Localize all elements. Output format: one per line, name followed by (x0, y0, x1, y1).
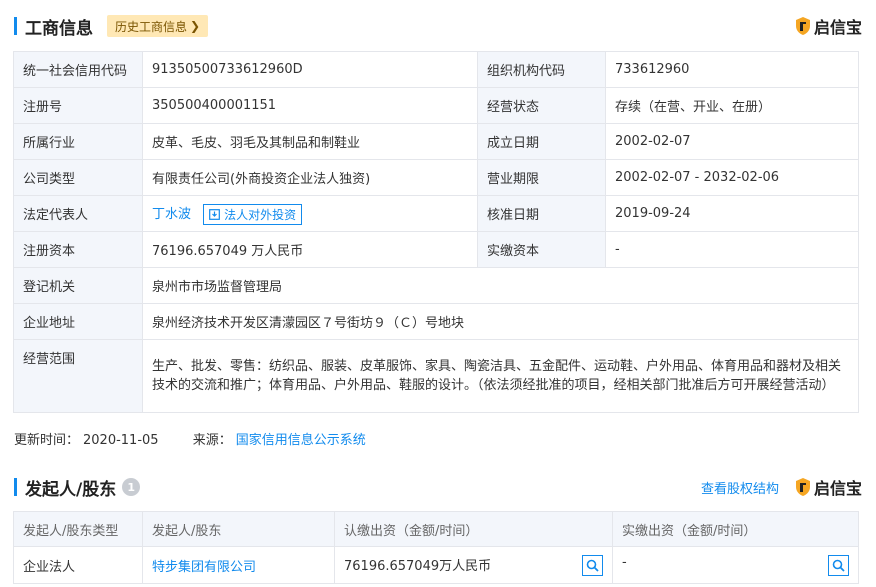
table-header-row: 发起人/股东类型 发起人/股东 认缴出资（金额/时间） 实缴出资（金额/时间） (13, 511, 859, 547)
table-row: 经营范围 生产、批发、零售：纺织品、服装、皮革服饰、家具、陶瓷洁具、五金配件、运… (13, 339, 859, 413)
column-header: 发起人/股东类型 (13, 511, 143, 547)
history-info-button[interactable]: 历史工商信息 ❯ (107, 15, 209, 37)
field-value: 有限责任公司(外商投资企业法人独资) (142, 159, 478, 196)
business-info-header: 工商信息 历史工商信息 ❯ 启信宝 (14, 14, 862, 39)
paid-capital: - (622, 554, 627, 570)
search-detail-button[interactable] (828, 554, 849, 576)
field-value: - (605, 231, 859, 268)
column-header: 实缴出资（金额/时间） (612, 511, 859, 547)
table-row: 登记机关 泉州市市场监督管理局 (13, 267, 859, 304)
field-value: 733612960 (605, 51, 859, 88)
field-label: 营业期限 (477, 159, 606, 196)
table-row: 统一社会信用代码 91350500733612960D 组织机构代码 733612… (13, 51, 859, 88)
section-accent-bar (14, 17, 17, 35)
field-label: 实缴资本 (477, 231, 606, 268)
field-value: 存续（在营、开业、在册） (605, 87, 859, 124)
field-label: 法定代表人 (13, 195, 143, 232)
field-label: 成立日期 (477, 123, 606, 160)
search-detail-button[interactable] (582, 554, 603, 576)
shareholder-type: 企业法人 (13, 546, 143, 584)
update-time: 2020-11-05 (83, 433, 159, 448)
export-icon (209, 208, 221, 220)
equity-structure-link[interactable]: 查看股权结构 (701, 478, 779, 497)
subscribed-capital: 76196.657049万人民币 (344, 558, 492, 574)
legal-rep-link[interactable]: 丁水波 (152, 207, 191, 222)
field-label: 注册资本 (13, 231, 143, 268)
shareholder-name-link[interactable]: 特步集团有限公司 (142, 546, 335, 584)
brand-logo: 启信宝 (795, 14, 862, 38)
field-value: 皮革、毛皮、羽毛及其制品和制鞋业 (142, 123, 478, 160)
column-header: 发起人/股东 (142, 511, 335, 547)
subscribed-capital-cell: 76196.657049万人民币 (334, 546, 613, 584)
field-label: 经营状态 (477, 87, 606, 124)
shareholder-count-badge: 1 (122, 478, 141, 496)
field-value: 2019-09-24 (605, 195, 859, 232)
field-label: 组织机构代码 (477, 51, 606, 88)
field-value: 生产、批发、零售：纺织品、服装、皮革服饰、家具、陶瓷洁具、五金配件、运动鞋、户外… (142, 339, 859, 413)
table-row: 企业地址 泉州经济技术开发区清濛园区７号街坊９（Ｃ）号地块 (13, 303, 859, 340)
field-label: 经营范围 (13, 339, 143, 413)
paid-capital-cell: - (612, 546, 859, 584)
field-value: 350500400001151 (142, 87, 478, 124)
section-title: 工商信息 (25, 18, 93, 39)
shield-logo-icon (795, 478, 810, 496)
legal-rep-investment-button[interactable]: 法人对外投资 (203, 203, 303, 225)
section-title: 发起人/股东 (25, 479, 117, 500)
field-label: 登记机关 (13, 267, 143, 304)
update-label: 更新时间： (14, 433, 80, 448)
field-value: 2002-02-07 - 2032-02-06 (605, 159, 859, 196)
legal-rep-cell: 丁水波 法人对外投资 (142, 195, 478, 232)
chevron-right-icon: ❯ (190, 19, 201, 33)
field-value: 泉州经济技术开发区清濛园区７号街坊９（Ｃ）号地块 (142, 303, 859, 340)
shield-logo-icon (795, 17, 810, 35)
legal-rep-investment-label: 法人对外投资 (224, 207, 297, 222)
field-label: 企业地址 (13, 303, 143, 340)
brand-name: 启信宝 (813, 18, 862, 37)
table-row: 法定代表人 丁水波 法人对外投资 核准日期 2019-09-24 (13, 195, 859, 232)
field-label: 核准日期 (477, 195, 606, 232)
search-icon (832, 559, 845, 572)
source-label: 来源： (192, 433, 232, 448)
search-icon (586, 559, 599, 572)
field-value: 76196.657049 万人民币 (142, 231, 478, 268)
brand-logo: 启信宝 (795, 475, 862, 499)
table-row: 公司类型 有限责任公司(外商投资企业法人独资) 营业期限 2002-02-07 -… (13, 159, 859, 196)
business-info-table: 统一社会信用代码 91350500733612960D 组织机构代码 733612… (13, 51, 859, 413)
shareholders-header: 发起人/股东 1 查看股权结构 启信宝 (14, 475, 862, 500)
table-row: 企业法人 特步集团有限公司 76196.657049万人民币 - (13, 546, 859, 584)
field-label: 公司类型 (13, 159, 143, 196)
field-label: 统一社会信用代码 (13, 51, 143, 88)
history-info-label: 历史工商信息 (115, 19, 188, 34)
column-header: 认缴出资（金额/时间） (334, 511, 613, 547)
field-label: 所属行业 (13, 123, 143, 160)
field-value: 泉州市市场监督管理局 (142, 267, 859, 304)
field-value: 2002-02-07 (605, 123, 859, 160)
brand-name: 启信宝 (813, 479, 862, 498)
table-row: 注册资本 76196.657049 万人民币 实缴资本 - (13, 231, 859, 268)
section-accent-bar (14, 478, 17, 496)
field-value: 91350500733612960D (142, 51, 478, 88)
table-row: 注册号 350500400001151 经营状态 存续（在营、开业、在册） (13, 87, 859, 124)
update-info: 更新时间： 2020-11-05 来源： 国家信用信息公示系统 (14, 429, 370, 448)
field-label: 注册号 (13, 87, 143, 124)
table-row: 所属行业 皮革、毛皮、羽毛及其制品和制鞋业 成立日期 2002-02-07 (13, 123, 859, 160)
source-link[interactable]: 国家信用信息公示系统 (236, 433, 366, 448)
shareholders-table: 发起人/股东类型 发起人/股东 认缴出资（金额/时间） 实缴出资（金额/时间） … (13, 511, 859, 584)
